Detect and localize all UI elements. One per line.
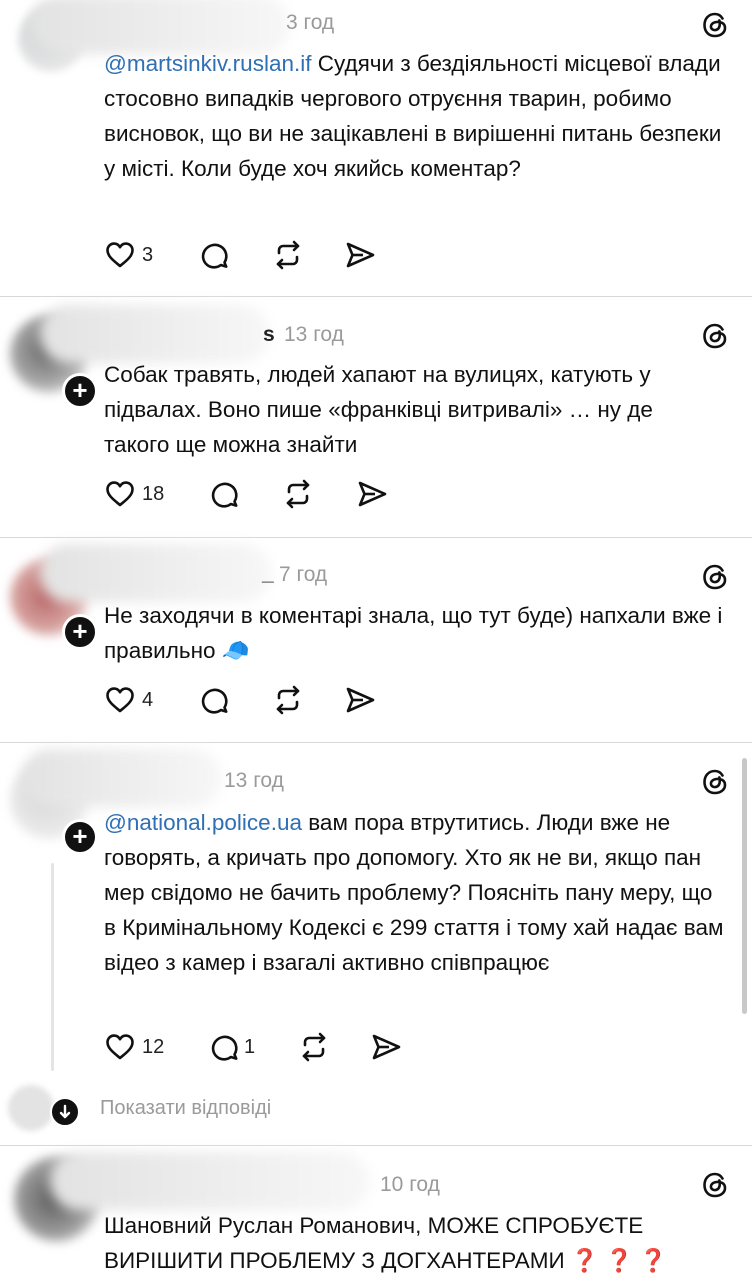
username-tail: _ <box>262 562 274 585</box>
username-blurred[interactable] <box>40 544 272 602</box>
comment-post-3: + _ 7 год Не заходячи в коментарі знала,… <box>0 538 752 742</box>
like-button[interactable]: 4 <box>104 684 153 716</box>
repost-arrows-icon <box>272 684 304 716</box>
repost-button[interactable] <box>272 684 304 716</box>
comment-text: @national.police.ua вам пора втрутитись.… <box>104 805 724 980</box>
threads-logo-icon <box>700 767 730 797</box>
heart-icon <box>104 1031 136 1063</box>
reply-button[interactable] <box>198 684 230 716</box>
like-button[interactable]: 12 <box>104 1031 164 1063</box>
username-blurred[interactable] <box>50 1152 370 1210</box>
like-count: 4 <box>142 688 154 711</box>
username-blurred[interactable] <box>22 749 222 807</box>
post-time: 7 год <box>279 563 328 586</box>
like-count: 3 <box>142 243 154 266</box>
mention-link[interactable]: @national.police.ua <box>104 810 302 835</box>
comment-bubble-icon <box>198 684 230 716</box>
comment-text: @martsinkiv.ruslan.if Судячи з бездіяльн… <box>104 46 724 186</box>
arrow-down-icon <box>50 1097 80 1127</box>
reply-avatar <box>8 1085 54 1131</box>
comment-bubble-icon <box>198 239 230 271</box>
heart-icon <box>104 684 136 716</box>
post-time: 13 год <box>284 323 344 346</box>
reply-button[interactable] <box>198 239 230 271</box>
send-paper-plane-icon <box>344 239 376 271</box>
post-time: 10 год <box>380 1173 440 1196</box>
like-button[interactable]: 3 <box>104 239 153 271</box>
like-count: 12 <box>142 1035 165 1058</box>
username-tail: s <box>263 323 275 346</box>
repost-button[interactable] <box>298 1031 330 1063</box>
post-time: 13 год <box>224 769 284 792</box>
like-count: 18 <box>142 482 165 505</box>
threads-logo-icon <box>700 562 730 592</box>
show-replies-link[interactable]: Показати відповіді <box>100 1097 271 1120</box>
comment-post-2: + s 13 год Собак травять, людей хапают н… <box>0 297 752 537</box>
heart-icon <box>104 239 136 271</box>
follow-plus-button[interactable]: + <box>62 819 98 855</box>
scrollbar[interactable] <box>742 758 747 1014</box>
reply-count: 1 <box>244 1035 256 1058</box>
action-bar: 3 <box>104 239 504 273</box>
send-paper-plane-icon <box>344 684 376 716</box>
comment-post-4: + 13 год @national.police.ua вам пора вт… <box>0 743 752 1145</box>
send-paper-plane-icon <box>370 1031 402 1063</box>
follow-plus-button[interactable]: + <box>62 614 98 650</box>
mention-link[interactable]: @martsinkiv.ruslan.if <box>104 51 311 76</box>
repost-button[interactable] <box>282 478 314 510</box>
comment-bubble-icon <box>208 478 240 510</box>
comment-post-1: 3 год @martsinkiv.ruslan.if Судячи з без… <box>0 0 752 296</box>
repost-arrows-icon <box>298 1031 330 1063</box>
comment-body: Шановний Руслан Романович, МОЖЕ СПРОБУЄТ… <box>104 1213 668 1273</box>
comment-bubble-icon <box>208 1031 240 1063</box>
threads-logo-icon <box>700 10 730 40</box>
follow-plus-button[interactable]: + <box>62 373 98 409</box>
threads-logo-icon <box>700 321 730 351</box>
share-button[interactable] <box>344 684 376 716</box>
comment-body: Собак травять, людей хапают на вулицях, … <box>104 362 653 457</box>
like-button[interactable]: 18 <box>104 478 164 510</box>
comment-post-5: 10 год Шановний Руслан Романович, МОЖЕ С… <box>0 1146 752 1280</box>
action-bar: 12 1 <box>104 1031 504 1065</box>
reply-thread-line <box>51 863 54 1071</box>
share-button[interactable] <box>344 239 376 271</box>
threads-logo-icon <box>700 1170 730 1200</box>
username-blurred[interactable] <box>40 305 270 363</box>
comment-body: Не заходячи в коментарі знала, що тут бу… <box>104 603 723 663</box>
reply-button[interactable]: 1 <box>208 1031 255 1063</box>
action-bar: 18 <box>104 478 504 512</box>
share-button[interactable] <box>370 1031 402 1063</box>
heart-icon <box>104 478 136 510</box>
repost-arrows-icon <box>272 239 304 271</box>
reply-button[interactable] <box>208 478 240 510</box>
repost-arrows-icon <box>282 478 314 510</box>
repost-button[interactable] <box>272 239 304 271</box>
share-button[interactable] <box>356 478 388 510</box>
post-time: 3 год <box>286 11 335 34</box>
show-replies-row[interactable]: Показати відповіді <box>0 1083 400 1133</box>
send-paper-plane-icon <box>356 478 388 510</box>
action-bar: 4 <box>104 684 504 718</box>
